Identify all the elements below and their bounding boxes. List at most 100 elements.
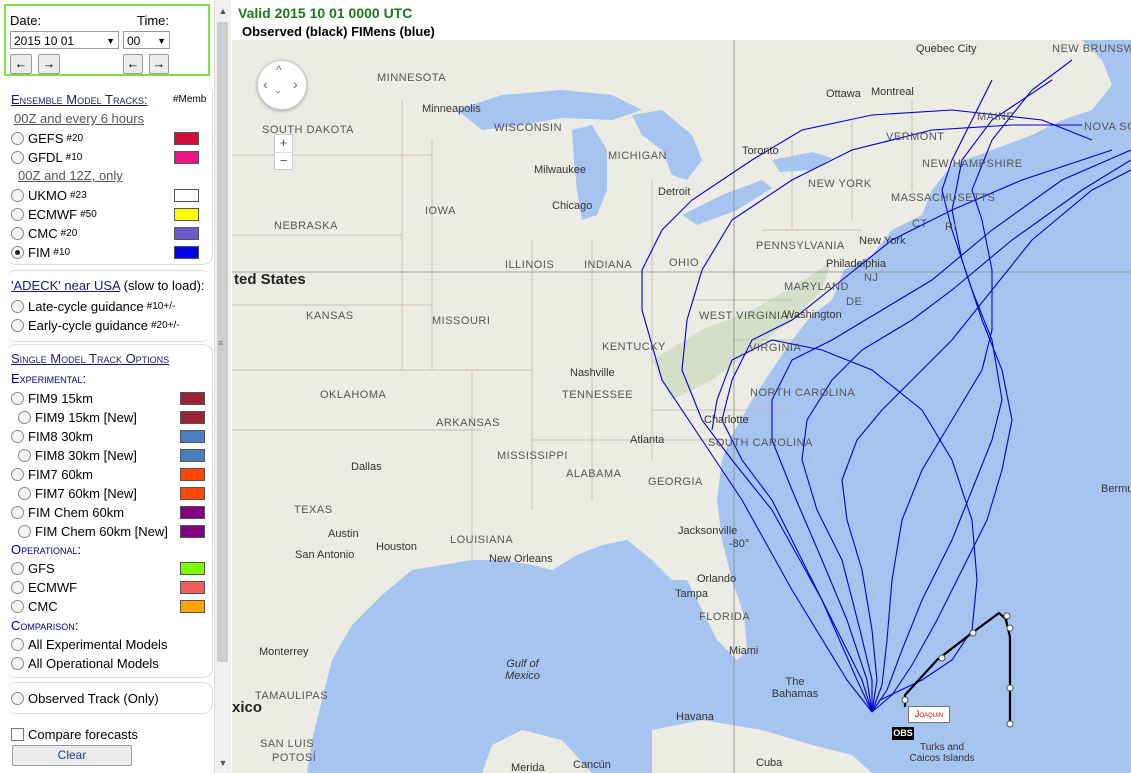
map-label-tennessee: TENNESSEE [562, 389, 634, 401]
sidebar-scrollbar[interactable]: ▲ ≡ ▼ [214, 0, 231, 773]
ensemble-title-link[interactable]: Ensemble Model Tracks: [11, 92, 148, 107]
time-label: Time: [137, 13, 170, 28]
storm-name-text: Joaquin [914, 709, 944, 719]
experimental-model-option[interactable]: FIM7 60km [11, 465, 93, 483]
single-model-panel: Single Model Track Options Experimental:… [6, 344, 213, 678]
ensemble-model-ecmwf[interactable]: ECMWF #50 [11, 205, 97, 223]
radio-button[interactable] [11, 580, 24, 594]
radio-button[interactable] [11, 226, 24, 240]
radio-button[interactable] [11, 429, 24, 443]
radio-button[interactable] [11, 467, 24, 481]
radio-button[interactable] [11, 245, 24, 259]
time-next-button[interactable]: → [149, 54, 169, 74]
model-label: FIM9 15km [28, 390, 94, 406]
map-canvas[interactable] [232, 40, 1131, 773]
map-label-new-brunswick: NEW BRUNSWICK [1052, 43, 1131, 55]
map-label-san-antonio: San Antonio [295, 549, 355, 561]
radio-button[interactable] [11, 505, 24, 519]
operational-model-option[interactable]: ECMWF [11, 578, 77, 596]
experimental-model-option[interactable]: FIM Chem 60km [New] [18, 522, 168, 540]
adeck-title-link[interactable]: 'ADECK' near USA [11, 278, 120, 293]
comparison-operational[interactable]: All Operational Models [11, 654, 159, 672]
map-label-north-carolina: NORTH CAROLINA [750, 387, 856, 399]
radio-button[interactable] [11, 207, 24, 221]
experimental-model-option[interactable]: FIM8 30km [New] [18, 446, 137, 464]
date-select[interactable]: 2015 10 01 ▼ [10, 31, 119, 49]
pan-control[interactable]: ^ ‹ › ˇ [257, 60, 307, 110]
radio-button[interactable] [11, 299, 24, 313]
clear-button[interactable]: Clear [12, 745, 132, 766]
map-label-new-hampshire: NEW HAMPSHIRE [922, 158, 1023, 170]
model-name: ECMWF [28, 206, 78, 222]
radio-button[interactable] [11, 691, 24, 705]
operational-model-option[interactable]: GFS [11, 559, 55, 577]
adeck-late-note: #10+/- [146, 300, 176, 312]
experimental-model-option[interactable]: FIM9 15km [11, 389, 93, 407]
experimental-model-option[interactable]: FIM Chem 60km [11, 503, 124, 521]
model-label: FIM Chem 60km [New] [35, 523, 168, 539]
radio-button[interactable] [18, 448, 31, 462]
map-label-houston: Houston [376, 541, 417, 553]
compare-checkbox[interactable] [11, 727, 24, 741]
radio-button[interactable] [18, 486, 31, 500]
map-label-louisiana: LOUISIANA [450, 534, 514, 546]
adeck-option-early[interactable]: Early-cycle guidance #20+/- [11, 316, 180, 334]
radio-button[interactable] [11, 131, 24, 145]
experimental-model-option[interactable]: FIM7 60km [New] [18, 484, 137, 502]
color-swatch [174, 189, 199, 202]
pan-right-icon[interactable]: › [293, 76, 298, 92]
time-prev-button[interactable]: ← [123, 54, 143, 74]
model-label: FIM8 30km [New] [35, 447, 137, 463]
radio-button[interactable] [11, 599, 24, 613]
ensemble-model-gefs[interactable]: GEFS #20 [11, 129, 83, 147]
radio-button[interactable] [11, 561, 24, 575]
map-label-jacksonville: Jacksonville [678, 525, 738, 537]
color-swatch [174, 151, 199, 164]
member-count: #10 [53, 246, 71, 258]
date-next-button[interactable]: → [38, 54, 60, 74]
pan-down-icon[interactable]: ˇ [276, 89, 280, 103]
time-select[interactable]: 00 ▼ [123, 31, 170, 49]
radio-button[interactable] [18, 524, 31, 538]
pan-left-icon[interactable]: ‹ [263, 76, 268, 92]
map-subtitle: Observed (black) FIMens (blue) [242, 24, 435, 39]
map-label-atlanta: Atlanta [630, 434, 665, 446]
radio-button[interactable] [18, 410, 31, 424]
pan-up-icon[interactable]: ^ [276, 63, 282, 77]
map-label-cuba: Cuba [756, 757, 783, 769]
color-swatch [180, 562, 205, 575]
experimental-model-option[interactable]: FIM9 15km [New] [18, 408, 137, 426]
map-label-havana: Havana [676, 711, 714, 723]
experimental-model-option[interactable]: FIM8 30km [11, 427, 93, 445]
compare-forecasts-option[interactable]: Compare forecasts [11, 725, 138, 743]
ensemble-model-fim[interactable]: FIM #10 [11, 243, 70, 261]
single-title-link[interactable]: Single Model Track Options [11, 351, 169, 366]
map-view[interactable]: Valid 2015 10 01 0000 UTC Observed (blac… [232, 0, 1131, 773]
group-6hour-label[interactable]: 00Z and every 6 hours [14, 111, 144, 126]
zoom-out-button[interactable]: − [275, 153, 292, 169]
radio-button[interactable] [11, 150, 24, 164]
radio-button[interactable] [11, 391, 24, 405]
model-label: FIM9 15km [New] [35, 409, 137, 425]
group-12z-label[interactable]: 00Z and 12Z, only [18, 168, 123, 183]
comparison-experimental[interactable]: All Experimental Models [11, 635, 167, 653]
radio-button[interactable] [11, 637, 24, 651]
scroll-down-icon[interactable]: ▼ [215, 755, 231, 771]
scroll-up-icon[interactable]: ▲ [215, 3, 231, 19]
adeck-option-late[interactable]: Late-cycle guidance #10+/- [11, 297, 175, 315]
radio-button[interactable] [11, 188, 24, 202]
map-label-new-york-state: NEW YORK [808, 178, 872, 190]
model-label: GFS [28, 560, 55, 576]
observed-track-option[interactable]: Observed Track (Only) [11, 689, 159, 707]
ensemble-model-cmc[interactable]: CMC #20 [11, 224, 77, 242]
date-prev-button[interactable]: ← [10, 54, 32, 74]
ensemble-model-ukmo[interactable]: UKMO #23 [11, 186, 87, 204]
ensemble-model-gfdl[interactable]: GFDL #10 [11, 148, 82, 166]
radio-button[interactable] [11, 318, 24, 332]
radio-button[interactable] [11, 656, 24, 670]
map-label-minnesota: MINNESOTA [377, 72, 447, 84]
map-label-oklahoma: OKLAHOMA [320, 389, 387, 401]
storm-name-badge: Joaquin [908, 706, 950, 723]
operational-model-option[interactable]: CMC [11, 597, 58, 615]
zoom-in-button[interactable]: + [275, 135, 292, 153]
